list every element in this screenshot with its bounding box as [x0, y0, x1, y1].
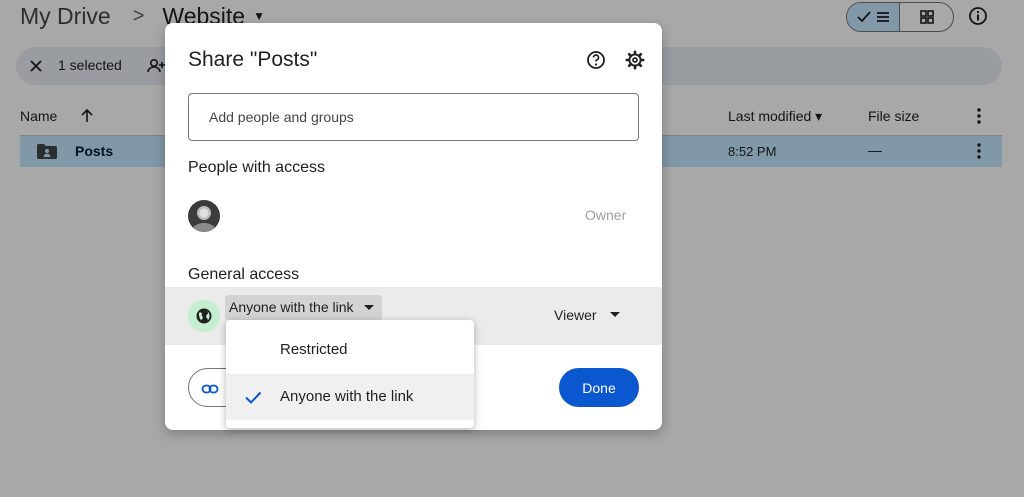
help-icon[interactable] — [586, 50, 606, 70]
done-button[interactable]: Done — [559, 368, 639, 407]
add-people-input[interactable] — [188, 93, 639, 141]
role-dropdown[interactable]: Viewer — [554, 307, 597, 323]
link-icon — [201, 384, 219, 394]
caret-down-icon[interactable] — [610, 312, 620, 317]
avatar — [188, 200, 220, 232]
menu-item-restricted[interactable]: Restricted — [226, 327, 474, 373]
gear-icon[interactable] — [625, 50, 645, 70]
globe-icon — [188, 300, 220, 332]
menu-item-label: Restricted — [280, 341, 348, 358]
people-with-access-heading: People with access — [188, 159, 325, 176]
caret-down-icon — [363, 305, 374, 310]
general-access-dropdown[interactable]: Anyone with the link — [225, 295, 382, 320]
check-icon — [245, 391, 262, 404]
menu-item-label: Anyone with the link — [280, 388, 414, 405]
general-access-heading: General access — [188, 266, 300, 283]
general-access-menu: Restricted Anyone with the link — [226, 320, 474, 428]
dialog-title: Share "Posts" — [188, 48, 318, 71]
owner-role-label: Owner — [585, 207, 627, 223]
menu-item-anyone-with-link[interactable]: Anyone with the link — [226, 374, 474, 420]
general-access-value: Anyone with the link — [229, 299, 354, 315]
